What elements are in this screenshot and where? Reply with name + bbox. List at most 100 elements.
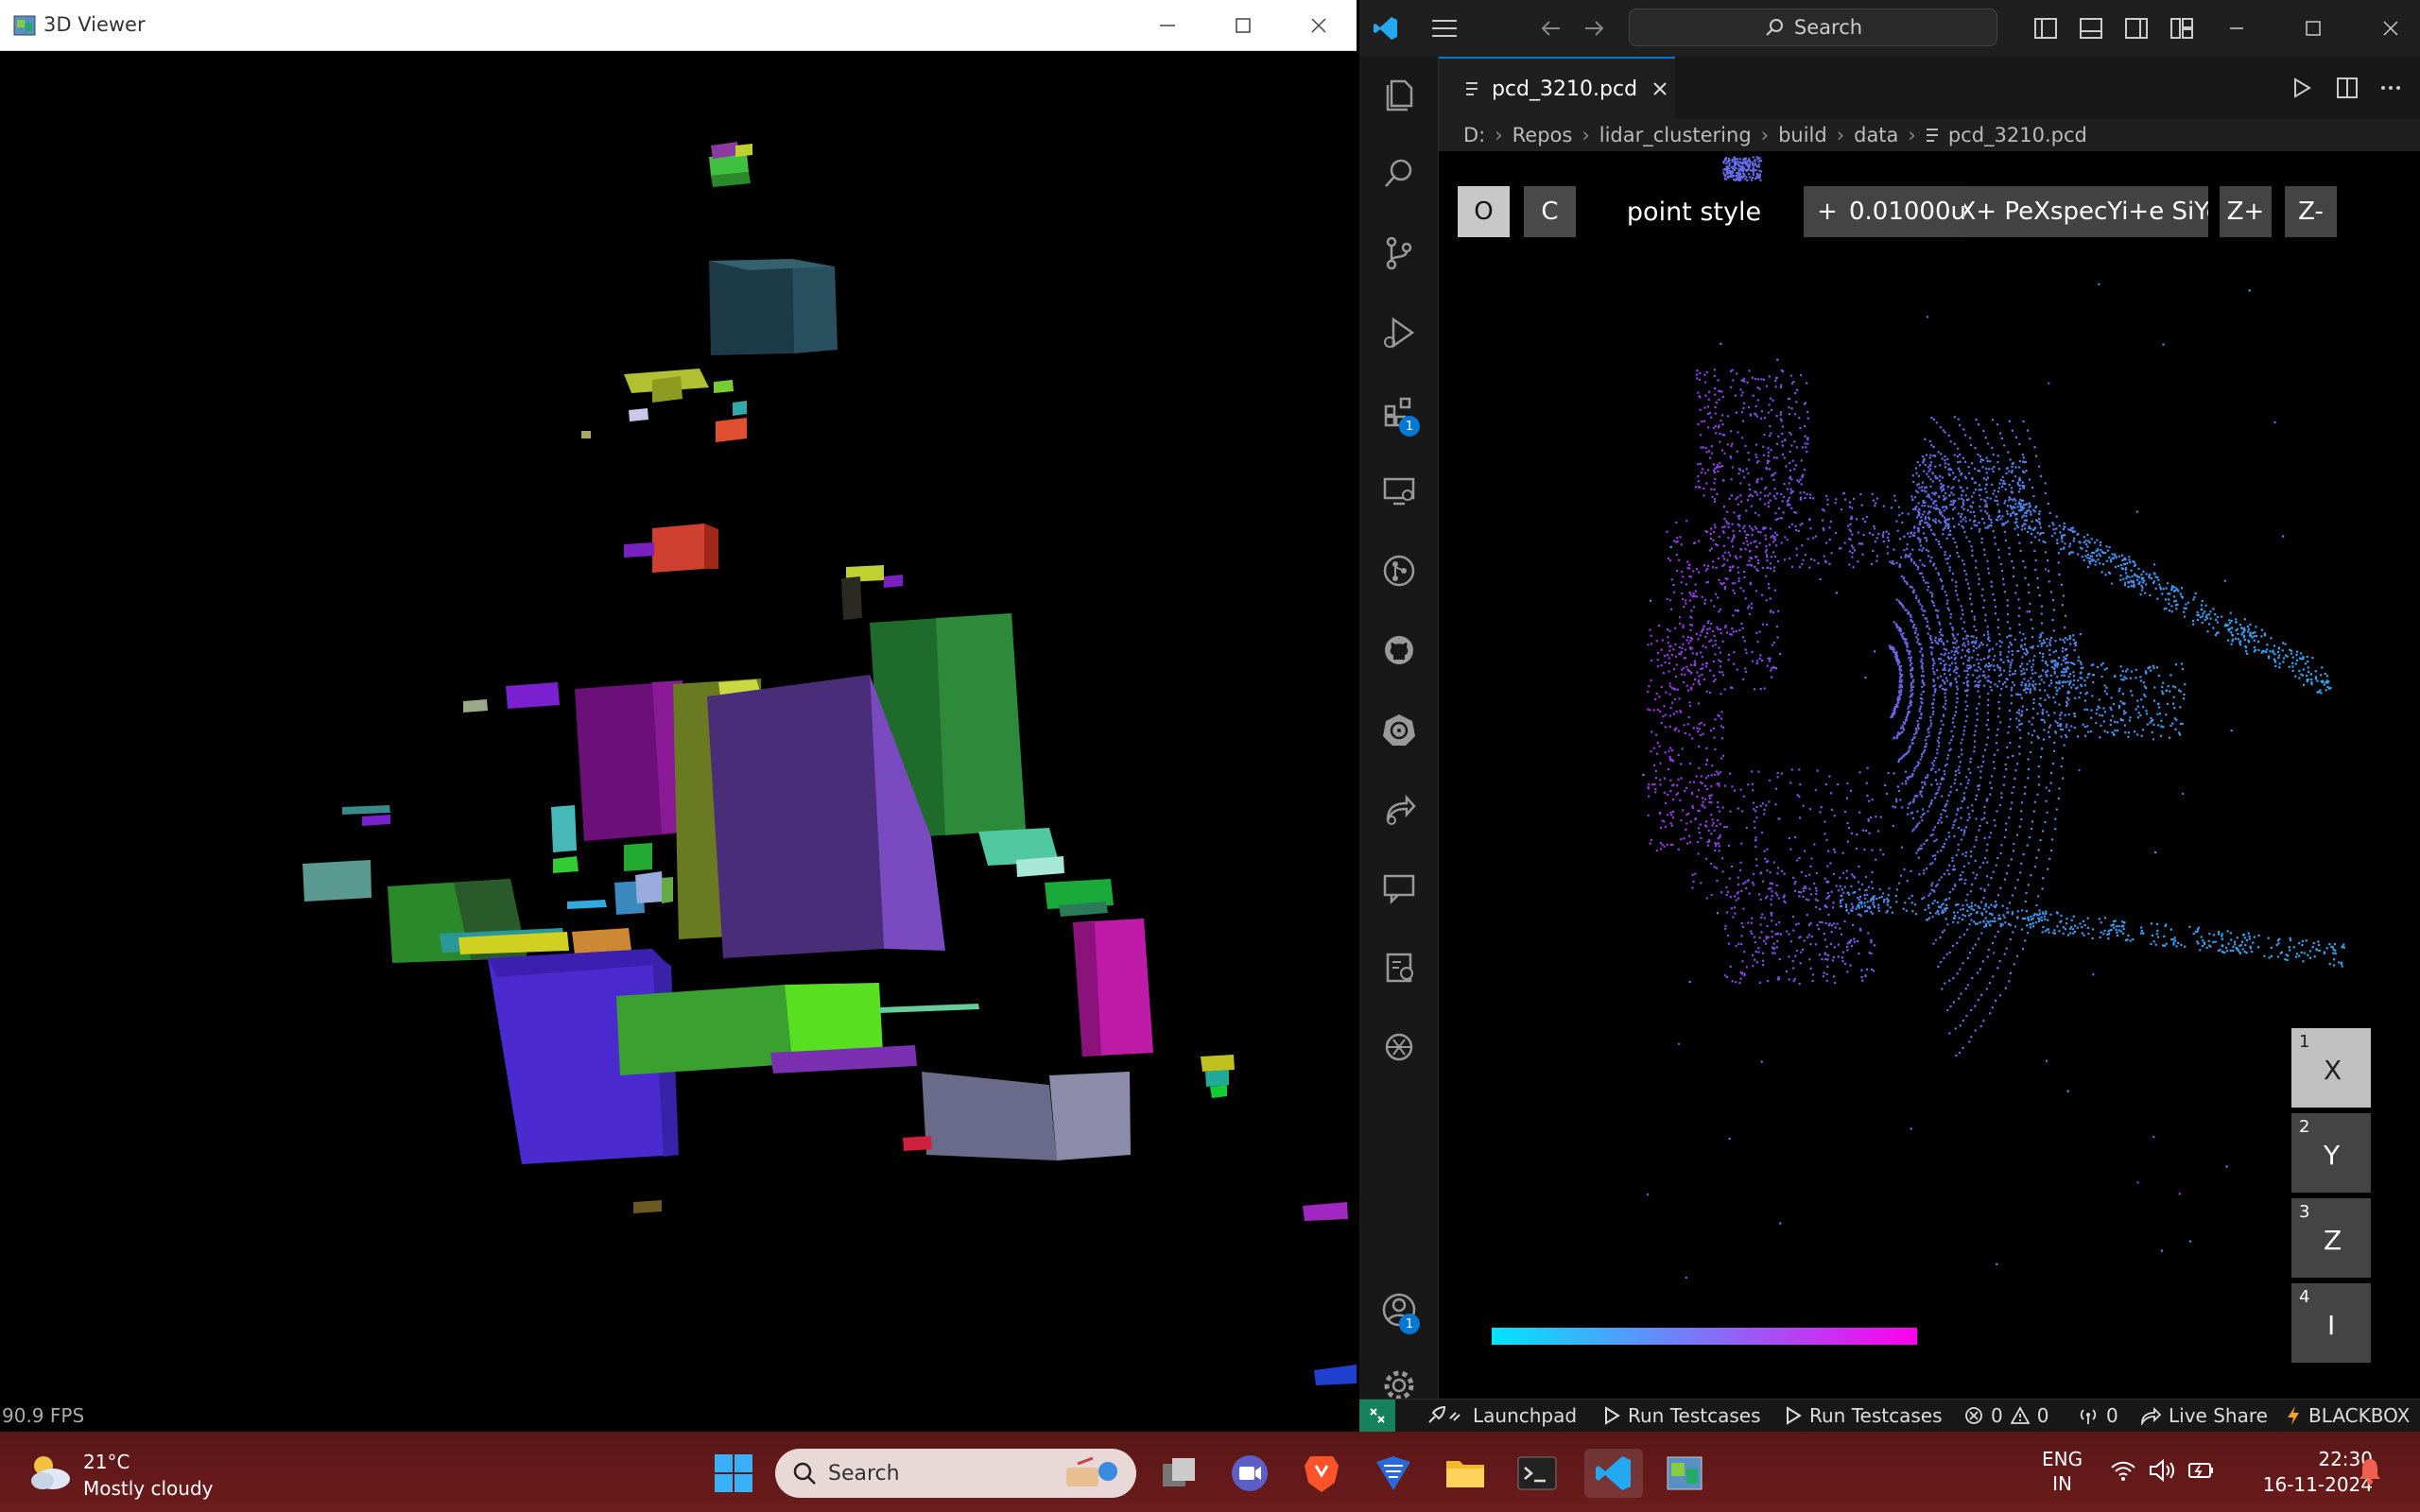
maximize-icon[interactable] <box>2301 17 2325 40</box>
point <box>1785 970 1788 973</box>
breadcrumb-item[interactable]: pcd_3210.pcd <box>1948 124 2087 146</box>
point <box>1923 490 1926 492</box>
point <box>1831 906 1835 909</box>
point <box>1760 871 1763 874</box>
point-cloud-canvas[interactable]: O C point style + 0.01000u -X+ PeXspecYi… <box>1439 151 2420 1399</box>
point <box>1863 520 1867 524</box>
command-center-search[interactable]: Search <box>1629 9 1997 46</box>
point <box>1959 874 1962 877</box>
viewer-titlebar[interactable]: 3D Viewer <box>0 0 1357 51</box>
customize-layout-icon[interactable] <box>2169 15 2195 42</box>
point <box>1906 644 1909 646</box>
breadcrumb-item[interactable]: data <box>1854 124 1898 146</box>
run-icon[interactable] <box>2290 76 2314 100</box>
vscode-titlebar[interactable]: Search <box>1359 0 2420 57</box>
point <box>2017 501 2020 504</box>
point <box>1650 838 1652 841</box>
kubernetes-button[interactable] <box>1371 701 1427 758</box>
point <box>1687 689 1690 692</box>
point <box>1736 557 1738 559</box>
point <box>2249 632 2252 635</box>
point-cloud-plot[interactable] <box>1439 151 2420 1399</box>
point <box>2205 613 2208 616</box>
explorer-button[interactable] <box>1371 66 1427 123</box>
point <box>1721 754 1724 757</box>
point <box>1910 613 1912 617</box>
breadcrumb-item[interactable]: D: <box>1463 124 1485 146</box>
chatgpt-button[interactable] <box>1371 1019 1427 1075</box>
point <box>1721 396 1724 399</box>
point <box>2073 537 2076 540</box>
toggle-secondary-sidebar-icon[interactable] <box>2123 15 2150 42</box>
point <box>1972 501 1975 504</box>
split-editor-icon[interactable] <box>2335 76 2360 100</box>
point <box>1717 842 1720 845</box>
extensions-button[interactable]: 1 <box>1371 384 1427 440</box>
git-graph-button[interactable] <box>1371 542 1427 599</box>
accounts-button[interactable]: 1 <box>1371 1281 1427 1338</box>
point <box>2006 604 2009 607</box>
point <box>1974 447 1977 450</box>
breadcrumb-item[interactable]: Repos <box>1512 124 1573 146</box>
point <box>2044 918 2047 920</box>
point <box>1758 387 1761 390</box>
point <box>1970 850 1973 853</box>
source-control-button[interactable] <box>1371 225 1427 282</box>
point <box>2191 619 2195 622</box>
point <box>1992 870 1995 873</box>
point <box>1962 962 1964 965</box>
point <box>1922 547 1925 550</box>
point <box>1928 496 1931 499</box>
remote-explorer-button[interactable] <box>1371 463 1427 520</box>
point <box>1927 581 1929 584</box>
point <box>1820 806 1823 809</box>
point <box>1774 787 1777 790</box>
viewer-canvas[interactable] <box>0 51 1357 1432</box>
run-debug-button[interactable] <box>1371 304 1427 361</box>
maximize-button[interactable] <box>1205 0 1281 51</box>
editor-tab[interactable]: pcd_3210.pcd <box>1439 57 1675 119</box>
point <box>2034 672 2037 675</box>
point <box>1995 495 1997 498</box>
cluster-box <box>624 524 903 620</box>
toggle-primary-sidebar-icon[interactable] <box>2032 15 2059 42</box>
more-actions-icon[interactable] <box>2378 76 2403 100</box>
comments-button[interactable] <box>1371 860 1427 917</box>
point <box>1908 653 1910 656</box>
point <box>2051 619 2054 622</box>
close-tab-icon[interactable] <box>1651 79 1669 98</box>
github-button[interactable] <box>1371 622 1427 679</box>
minimize-button[interactable] <box>1130 0 1205 51</box>
forward-arrow-icon[interactable] <box>1582 17 1606 40</box>
point <box>1927 493 1930 496</box>
point <box>1684 648 1686 651</box>
point <box>1690 610 1693 612</box>
breadcrumb-item[interactable]: build <box>1778 124 1827 146</box>
live-share-view-button[interactable] <box>1371 781 1427 837</box>
point <box>2102 707 2105 710</box>
point <box>1670 748 1674 752</box>
point <box>1968 540 1971 543</box>
point <box>1822 526 1824 530</box>
comments-icon <box>1383 874 1415 905</box>
point <box>2122 924 2125 927</box>
point <box>1992 975 1995 978</box>
point <box>1704 530 1707 533</box>
minimize-icon[interactable] <box>2224 17 2249 40</box>
point <box>1986 679 1989 682</box>
search-view-button[interactable] <box>1371 146 1427 202</box>
testing-button[interactable] <box>1371 939 1427 996</box>
breadcrumb-item[interactable]: lidar_clustering <box>1599 124 1752 146</box>
point <box>1946 457 1949 460</box>
point <box>2016 693 2019 696</box>
point <box>1974 1029 1977 1032</box>
point <box>1705 482 1708 485</box>
toggle-panel-icon[interactable] <box>2078 15 2104 42</box>
menu-icon[interactable] <box>1430 17 1459 40</box>
close-button[interactable] <box>1281 0 1357 51</box>
close-icon[interactable] <box>2378 17 2403 40</box>
point <box>2038 640 2041 643</box>
point <box>1927 734 1930 737</box>
point <box>1977 937 1980 940</box>
back-arrow-icon[interactable] <box>1539 17 1564 40</box>
